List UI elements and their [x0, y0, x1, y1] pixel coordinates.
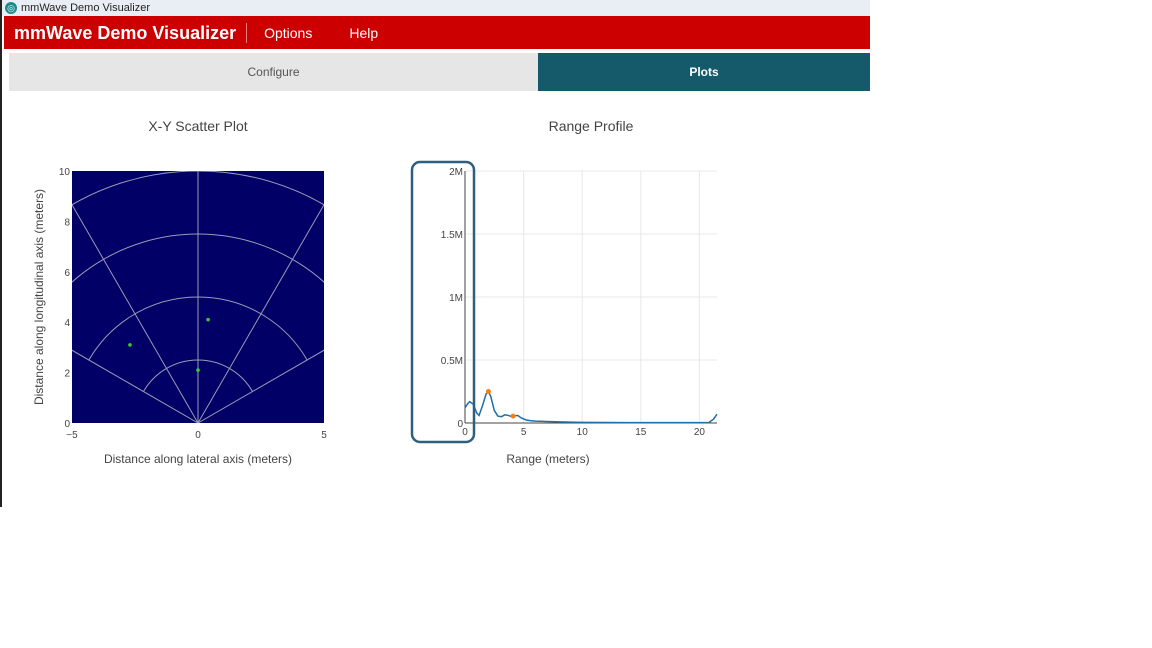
range-xtick-label: 0: [462, 427, 468, 438]
scatter-xaxis-label: Distance along lateral axis (meters): [104, 452, 292, 466]
scatter-point-0: [206, 317, 210, 322]
tab-configure[interactable]: Configure: [9, 53, 538, 91]
range-profile-line: [464, 390, 718, 424]
range-xtick-label: 10: [577, 427, 589, 438]
scatter-plot: −5 0 50246810Distance along lateral axis (…: [32, 167, 327, 466]
range-xtick-label: 20: [694, 427, 706, 438]
range-xaxis-label: Range (meters): [506, 452, 589, 466]
scatter-ytick-label: 2: [64, 369, 70, 380]
app-icon: ◎: [5, 2, 17, 14]
scatter-xtick-label: 0: [195, 430, 201, 441]
menubar: mmWave Demo Visualizer Options Help: [4, 16, 870, 49]
tab-bar: Configure Plots: [9, 53, 870, 91]
range-peak-0: [485, 389, 491, 394]
scatter-xtick-label: 5: [321, 430, 327, 441]
brand-title: mmWave Demo Visualizer: [4, 22, 248, 43]
tab-plots[interactable]: Plots: [538, 53, 870, 91]
range-xtick-label: 15: [635, 427, 647, 438]
window-title: mmWave Demo Visualizer: [21, 2, 150, 14]
range-grid: [464, 170, 717, 424]
range-xtick-label: 5: [521, 427, 527, 438]
range-ytick-label: 0: [457, 419, 463, 430]
range-ytick-label: 1M: [449, 293, 463, 304]
scatter-ytick-label: 6: [64, 268, 70, 279]
range-profile-title: Range Profile: [548, 118, 634, 134]
range-ytick-label: 0.5M: [441, 356, 463, 367]
scatter-ytick-label: 10: [59, 167, 71, 178]
menu-options[interactable]: Options: [247, 25, 312, 41]
scatter-ytick-label: 8: [64, 217, 70, 228]
scatter-point-2: [196, 368, 200, 372]
range-ytick-label: 1.5M: [441, 230, 463, 241]
scatter-point-1: [128, 343, 132, 347]
menu-help[interactable]: Help: [332, 25, 378, 41]
window-titlebar: ◎ mmWave Demo Visualizer: [2, 0, 870, 16]
range-ytick-label: 2M: [449, 167, 463, 178]
scatter-ytick-label: 0: [64, 419, 70, 430]
range-peak-1: [510, 413, 516, 419]
app-window: ◎ mmWave Demo Visualizer mmWave Demo Vis…: [0, 0, 870, 507]
scatter-plot-title: X-Y Scatter Plot: [148, 118, 248, 134]
scatter-yaxis-label: Distance along longitudinal axis (meters…: [32, 189, 46, 405]
scatter-ytick-label: 4: [64, 318, 70, 329]
range-profile-plot: 0 5 10 15 20 0 0.5M 1M 1.5M 2M Range (meters): [410, 160, 718, 466]
scatter-xtick-label: −5: [66, 430, 78, 441]
